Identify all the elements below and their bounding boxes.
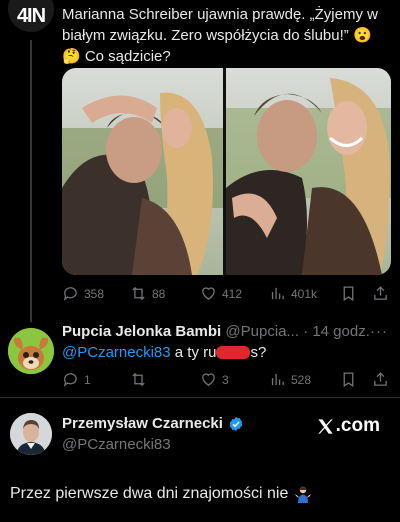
like-button[interactable]: 3 [200, 371, 229, 388]
views-count: 528 [291, 372, 312, 387]
retweet-button[interactable] [130, 371, 152, 388]
reply-actions: 1 3 528 [62, 371, 391, 391]
reply-timestamp[interactable]: · 14 godz. [303, 323, 370, 340]
reply-header: Pupcia Jelonka Bambi @Pupcia... · 14 god… [62, 322, 392, 342]
redaction-mark [216, 345, 251, 359]
views-count: 401k [291, 286, 318, 301]
share-button[interactable] [372, 285, 389, 302]
reply-text-end: s? [250, 344, 267, 361]
bookmark-icon [343, 286, 354, 302]
x-logo-icon [318, 418, 333, 434]
views-icon [271, 373, 284, 386]
author-handle[interactable]: @PCzarnecki83 [62, 436, 171, 453]
views-button[interactable]: 528 [269, 371, 311, 388]
reply-author-name[interactable]: Pupcia Jelonka Bambi [62, 323, 221, 340]
more-options-button[interactable]: ··· [370, 322, 388, 342]
tweet-actions: 358 88 412 401k [62, 285, 391, 305]
verified-badge-icon [229, 416, 243, 431]
quoted-text: Przez pierwsze dwa dni znajomości nie [10, 485, 312, 503]
bookmark-button[interactable] [340, 371, 357, 388]
reply-count: 1 [84, 372, 91, 387]
heart-icon [202, 373, 215, 386]
like-count: 412 [222, 286, 243, 301]
quoted-text-content: Przez pierwsze dwa dni znajomości nie [10, 485, 289, 502]
reply-icon [63, 287, 77, 301]
share-icon [374, 372, 387, 386]
views-icon [271, 287, 284, 300]
author-name[interactable]: Przemysław Czarnecki [62, 415, 223, 432]
like-button[interactable]: 412 [200, 285, 242, 302]
reply-text: @PCzarnecki83 a ty ru s? [62, 343, 266, 363]
reply-text-start: a ty ru [174, 344, 217, 361]
author-name-row: Przemysław Czarnecki [62, 415, 244, 432]
x-com-watermark: .com [316, 415, 380, 437]
reply-button[interactable]: 358 [62, 285, 104, 302]
retweet-icon [132, 286, 145, 301]
tweet-image[interactable] [62, 68, 391, 275]
avatar[interactable] [10, 413, 52, 455]
share-icon [374, 286, 387, 300]
avatar[interactable]: 4IN [8, 0, 54, 32]
reply-count: 358 [84, 286, 105, 301]
x-com-text: .com [335, 415, 380, 436]
bookmark-icon [343, 372, 354, 388]
avatar-logo-text: 4IN [16, 4, 46, 27]
bookmark-button[interactable] [340, 285, 357, 302]
mention-link[interactable]: @PCzarnecki83 [62, 344, 171, 361]
retweet-icon [132, 372, 145, 387]
divider [0, 397, 400, 398]
reply-icon [63, 373, 77, 387]
avatar[interactable] [8, 328, 54, 374]
reply-author-handle[interactable]: @Pupcia... [225, 323, 299, 340]
like-count: 3 [222, 372, 229, 387]
retweet-button[interactable]: 88 [130, 285, 165, 302]
thread-line [30, 40, 32, 322]
share-button[interactable] [372, 371, 389, 388]
heart-icon [202, 287, 215, 300]
views-button[interactable]: 401k [269, 285, 317, 302]
retweet-count: 88 [152, 286, 166, 301]
tweet-text: Marianna Schreiber ujawnia prawdę. „Żyje… [62, 6, 378, 65]
reply-button[interactable]: 1 [62, 371, 91, 388]
person-shrugging-emoji-icon [295, 486, 312, 503]
